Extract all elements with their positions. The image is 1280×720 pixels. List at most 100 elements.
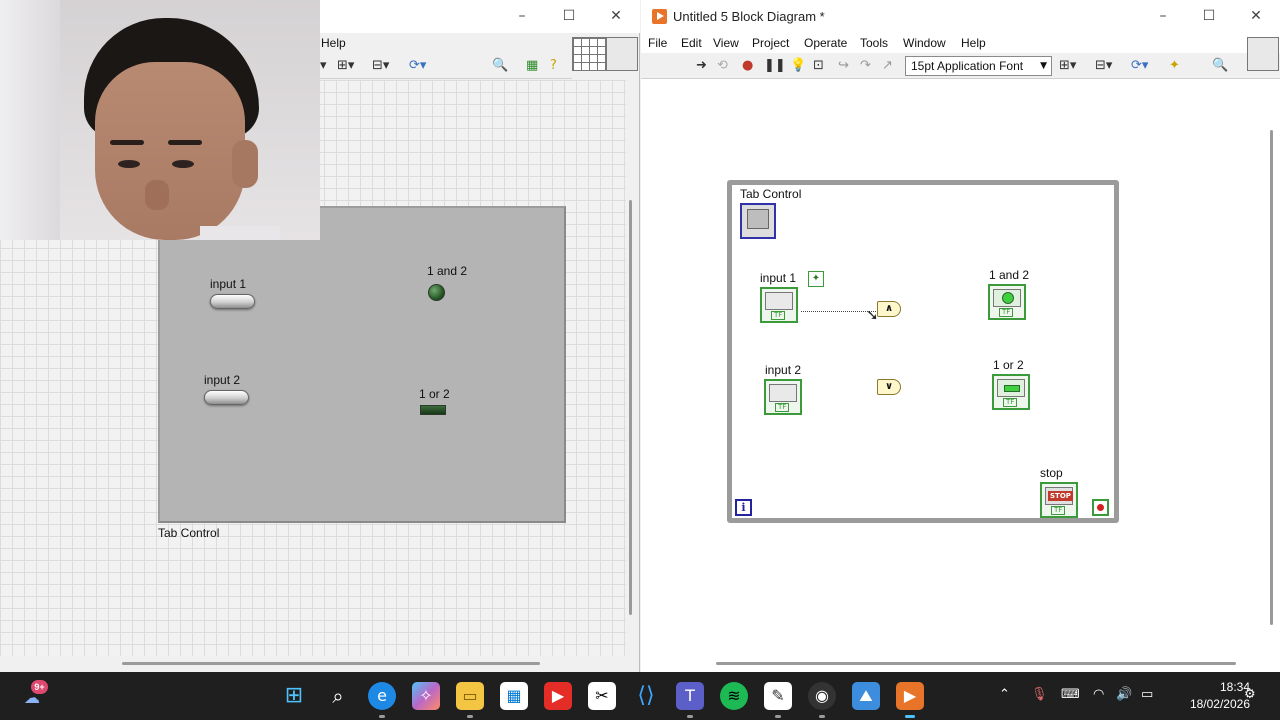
search-icon[interactable]: 🔍 <box>492 57 508 75</box>
front-panel-menubar: Help <box>320 33 572 53</box>
menu-operate[interactable]: Operate <box>804 36 847 50</box>
or-indicator-label: 1 or 2 <box>993 358 1024 372</box>
retain-wire-values-icon[interactable]: ⊡ <box>813 57 824 75</box>
or-gate[interactable]: ∨ <box>877 379 901 395</box>
run-arrow-icon[interactable]: ➜ <box>696 57 707 75</box>
search-icon[interactable]: 🔍 <box>1212 57 1228 75</box>
and-gate[interactable]: ∧ <box>877 301 901 317</box>
window-title: Untitled 5 Block Diagram * <box>673 9 825 24</box>
capcut-icon[interactable]: ✂ <box>588 682 616 710</box>
menu-edit[interactable]: Edit <box>681 36 702 50</box>
tab-control-label: Tab Control <box>740 187 802 201</box>
step-over-icon[interactable]: ↷ <box>860 57 871 75</box>
menu-file[interactable]: File <box>648 36 667 50</box>
reorder-icon[interactable]: ⟳▾ <box>409 57 426 75</box>
notification-badge: 9+ <box>31 680 48 694</box>
align-objects-icon[interactable]: ⊞▾ <box>1059 57 1076 75</box>
stop-button-text: STOP <box>1048 491 1073 501</box>
highlight-execution-icon[interactable]: 💡 <box>790 57 806 75</box>
and-indicator-terminal[interactable]: TF <box>988 284 1026 320</box>
maximize-icon[interactable]: ☐ <box>558 6 580 26</box>
battery-icon[interactable]: ▭ <box>1141 687 1153 702</box>
minimize-icon[interactable]: – <box>511 6 533 26</box>
input1-label: input 1 <box>210 277 247 291</box>
minimize-icon[interactable]: – <box>1152 6 1174 26</box>
webcam-overlay <box>0 0 320 240</box>
abort-icon[interactable]: ● <box>742 57 753 75</box>
toolbar-dropdown-icon[interactable]: ▾ <box>320 57 327 75</box>
run-continuously-icon[interactable]: ⟲ <box>717 57 728 75</box>
font-selector[interactable]: 15pt Application Font ▼ <box>905 56 1052 76</box>
copilot-icon[interactable]: ✧ <box>412 682 440 710</box>
menu-view[interactable]: View <box>713 36 739 50</box>
distribute-objects-icon[interactable]: ⊟▾ <box>372 57 389 75</box>
cursor-icon: ➘ <box>866 306 879 324</box>
connector-pane-icon[interactable] <box>572 37 606 71</box>
vertical-scrollbar[interactable] <box>629 200 632 615</box>
microphone-icon[interactable]: 🎙 <box>1031 687 1048 702</box>
snipping-tool-icon[interactable]: ✎ <box>764 682 792 710</box>
block-diagram-titlebar: Untitled 5 Block Diagram * – ☐ ✕ <box>641 0 1280 33</box>
menu-window[interactable]: Window <box>903 36 946 50</box>
tab-control-caption: Tab Control <box>158 526 220 540</box>
led-and-indicator[interactable] <box>428 284 445 301</box>
loop-condition-terminal[interactable] <box>1092 499 1109 516</box>
wifi-icon[interactable]: ◠ <box>1093 687 1104 702</box>
edge-browser-icon[interactable]: e <box>368 682 396 710</box>
tab-control[interactable]: input 1 input 2 1 and 2 1 or 2 <box>158 206 566 523</box>
youtube-icon[interactable]: ▶ <box>544 682 572 710</box>
maximize-icon[interactable]: ☐ <box>1198 6 1220 26</box>
volume-icon[interactable]: 🔊 <box>1116 687 1132 702</box>
notifications-icon[interactable]: ⚙ <box>1244 687 1256 702</box>
horizontal-scrollbar[interactable] <box>716 662 1236 665</box>
step-into-icon[interactable]: ↪ <box>838 57 849 75</box>
file-explorer-icon[interactable]: ▭ <box>456 682 484 710</box>
led-or-indicator[interactable] <box>420 405 446 415</box>
close-icon[interactable]: ✕ <box>605 6 627 26</box>
menu-help[interactable]: Help <box>961 36 986 50</box>
help-icon[interactable]: ? <box>550 57 557 75</box>
running-indicator <box>775 715 781 718</box>
labview-taskbar-icon[interactable]: ▶ <box>896 682 924 710</box>
menu-tools[interactable]: Tools <box>860 36 888 50</box>
input2-switch[interactable] <box>204 390 249 405</box>
distribute-objects-icon[interactable]: ⊟▾ <box>1095 57 1112 75</box>
show-hidden-icons-icon[interactable]: ⌃ <box>999 687 1010 702</box>
spotify-icon[interactable]: ≋ <box>720 682 748 710</box>
stop-terminal-label: stop <box>1040 466 1063 480</box>
tab-control-terminal[interactable] <box>740 203 776 239</box>
menu-help[interactable]: Help <box>321 36 346 50</box>
input1-terminal[interactable]: TF <box>760 287 798 323</box>
input2-terminal[interactable]: TF <box>764 379 802 415</box>
led-or-label: 1 or 2 <box>419 387 450 401</box>
horizontal-scrollbar[interactable] <box>122 662 540 665</box>
keyboard-icon[interactable]: ⌨ <box>1061 687 1080 702</box>
align-objects-icon[interactable]: ⊞▾ <box>337 57 354 75</box>
probe-icon[interactable]: ✦ <box>808 271 824 287</box>
windows-start-icon[interactable]: ⊞ <box>280 682 308 710</box>
or-indicator-terminal[interactable]: TF <box>992 374 1030 410</box>
vi-icon[interactable] <box>1247 37 1279 71</box>
led-and-label: 1 and 2 <box>427 264 468 278</box>
clean-up-diagram-icon[interactable]: ✦ <box>1169 57 1180 75</box>
running-indicator <box>379 715 385 718</box>
microsoft-store-icon[interactable]: ▦ <box>500 682 528 710</box>
input1-switch[interactable] <box>210 294 255 309</box>
vertical-scrollbar[interactable] <box>1270 130 1273 625</box>
vi-icon[interactable] <box>606 37 638 71</box>
stop-terminal[interactable]: STOP TF <box>1040 482 1078 518</box>
reorder-icon[interactable]: ⟳▾ <box>1131 57 1148 75</box>
pause-icon[interactable]: ❚❚ <box>764 57 786 75</box>
photos-icon[interactable]: ⛰ <box>852 682 880 710</box>
step-out-icon[interactable]: ↗ <box>882 57 893 75</box>
menu-project[interactable]: Project <box>752 36 789 50</box>
teams-icon[interactable]: T <box>676 682 704 710</box>
vscode-icon[interactable]: ⟨⟩ <box>632 682 660 710</box>
iteration-terminal[interactable]: i <box>735 499 752 516</box>
obs-studio-icon[interactable]: ◉ <box>808 682 836 710</box>
close-icon[interactable]: ✕ <box>1245 6 1267 26</box>
and-indicator-label: 1 and 2 <box>989 268 1030 282</box>
clock-date[interactable]: 18/02/2026 <box>1172 697 1250 711</box>
hierarchy-icon[interactable]: ▦ <box>526 57 538 75</box>
search-icon[interactable]: ⌕ <box>324 682 352 710</box>
